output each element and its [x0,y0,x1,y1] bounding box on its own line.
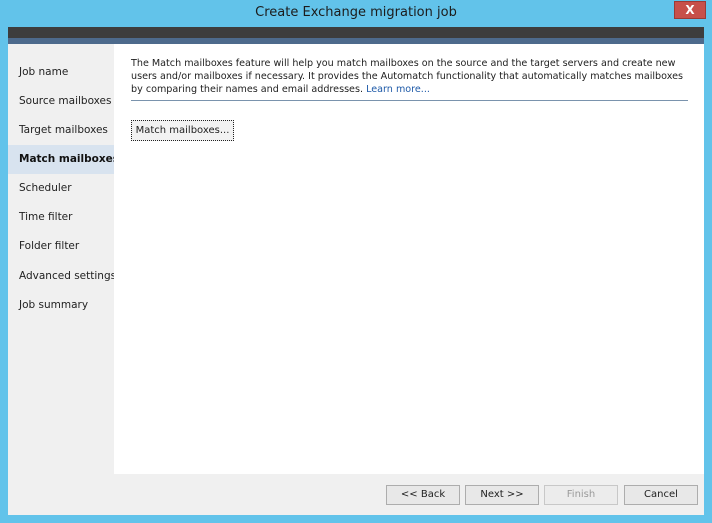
sidebar-item-folder-filter[interactable]: Folder filter [8,232,114,261]
sidebar-item-scheduler[interactable]: Scheduler [8,174,114,203]
footer-buttons: << Back Next >> Finish Cancel [8,474,704,515]
sidebar-item-time-filter[interactable]: Time filter [8,203,114,232]
main-content: The Match mailboxes feature will help yo… [114,44,704,474]
divider [131,100,688,101]
wizard-steps-sidebar: Job name Source mailboxes Target mailbox… [8,44,119,474]
dialog-window: Create Exchange migration job X Job name… [0,0,712,523]
finish-button[interactable]: Finish [544,485,618,505]
match-mailboxes-button[interactable]: Match mailboxes... [131,120,234,141]
next-button[interactable]: Next >> [465,485,539,505]
window-title: Create Exchange migration job [255,5,457,20]
description-text: The Match mailboxes feature will help yo… [131,57,696,96]
sidebar-item-job-summary[interactable]: Job summary [8,291,114,320]
title-bar: Create Exchange migration job X [0,0,712,27]
sidebar-item-job-name[interactable]: Job name [8,58,114,87]
sidebar-item-match-mailboxes[interactable]: Match mailboxes [8,145,119,174]
dialog-client: Job name Source mailboxes Target mailbox… [8,44,704,515]
sidebar-item-target-mailboxes[interactable]: Target mailboxes [8,116,114,145]
close-button[interactable]: X [674,1,706,19]
header-band [8,27,704,38]
back-button[interactable]: << Back [386,485,460,505]
sidebar-item-advanced-settings[interactable]: Advanced settings [8,262,116,291]
learn-more-link[interactable]: Learn more... [366,84,430,95]
cancel-button[interactable]: Cancel [624,485,698,505]
sidebar-item-source-mailboxes[interactable]: Source mailboxes [8,87,114,116]
